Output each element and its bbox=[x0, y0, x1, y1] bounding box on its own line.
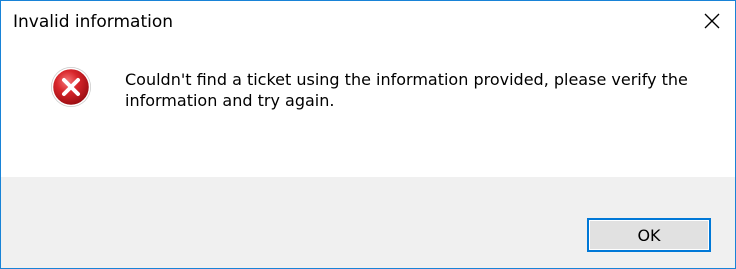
error-message: Couldn't find a ticket using the informa… bbox=[125, 70, 688, 110]
ok-button[interactable]: OK bbox=[588, 219, 710, 251]
close-button[interactable] bbox=[689, 1, 735, 41]
button-bar: OK bbox=[1, 177, 735, 268]
dialog-title: Invalid information bbox=[13, 12, 174, 32]
message-dialog: Invalid information Couldn't find a tick… bbox=[0, 0, 736, 269]
error-icon bbox=[51, 67, 91, 107]
close-icon bbox=[704, 13, 720, 29]
title-bar[interactable]: Invalid information bbox=[1, 1, 735, 41]
